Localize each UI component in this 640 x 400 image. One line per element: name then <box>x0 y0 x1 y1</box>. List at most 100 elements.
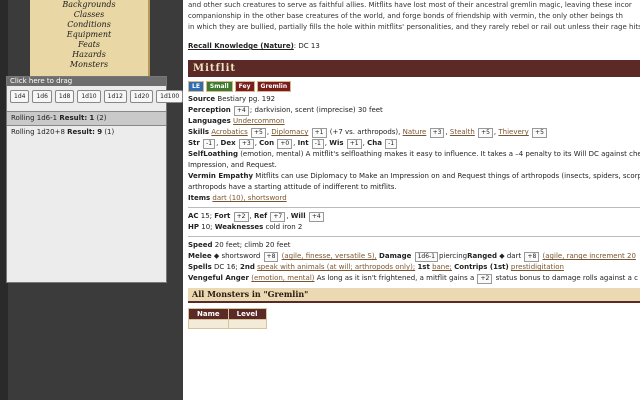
ranged-traits[interactable]: (agile, range increment 20 <box>543 252 636 260</box>
nav-item-equipment[interactable]: Equipment <box>30 30 148 40</box>
roll-1d6-button[interactable]: 1d6 <box>32 90 52 103</box>
ac-value: 15; <box>200 212 213 220</box>
roll-1d4-button[interactable]: 1d4 <box>10 90 30 103</box>
nav-item-hazards[interactable]: Hazards <box>30 50 148 60</box>
perception-line: Perception +4; darkvision, scent (imprec… <box>188 105 640 116</box>
selfloathing-ability-cont: Impression, and Request. <box>188 161 277 169</box>
melee-label: Melee <box>188 252 212 260</box>
nav-list: Backgrounds Classes Conditions Equipment… <box>30 0 148 70</box>
result-value: 9 <box>97 128 103 136</box>
skill-extra: (+7 vs. arthropods) <box>329 128 399 136</box>
spells-label: Spells <box>188 263 212 271</box>
ability-roll-button[interactable]: -1 <box>385 139 398 149</box>
items-links[interactable]: dart (10), shortsword <box>212 194 286 202</box>
skill-thievery-link[interactable]: Thievery <box>498 128 528 136</box>
ability-traits[interactable]: (emotion, mental) <box>251 274 314 282</box>
ability-roll-button[interactable]: +0 <box>277 139 293 149</box>
roll-1d8-button[interactable]: 1d8 <box>54 90 75 103</box>
melee-roll-button[interactable]: +8 <box>263 252 279 262</box>
ability-name: Wis <box>329 139 344 147</box>
spell-link[interactable]: bane; <box>432 263 452 271</box>
ref-roll-button[interactable]: +7 <box>270 212 286 222</box>
ability-name: Int <box>297 139 309 147</box>
vengeful-roll-button[interactable]: +2 <box>477 274 493 284</box>
roll-1d20-button[interactable]: 1d20 <box>129 90 154 103</box>
spell-link[interactable]: speak with animals (at will; arthropods … <box>257 263 415 271</box>
fort-roll-button[interactable]: +2 <box>233 212 249 222</box>
nav-item-monsters[interactable]: Monsters <box>30 60 148 70</box>
perception-roll-button[interactable]: +4 <box>234 106 249 116</box>
skills-line: Skills Acrobatics +5, Diplomacy +1 (+7 v… <box>188 127 640 138</box>
result-label: Result: <box>59 114 88 122</box>
skill-roll-button[interactable]: +3 <box>429 128 445 138</box>
recall-link[interactable]: Recall Knowledge (Nature) <box>188 42 294 50</box>
melee-traits[interactable]: (agile, finesse, versatile S), <box>282 252 377 260</box>
damage-roll-button[interactable]: 1d6-1 <box>414 252 439 262</box>
ability-name: Cha <box>367 139 382 147</box>
ability-title: Vermin Empathy <box>188 172 254 180</box>
spells-line: Spells DC 16; 2nd speak with animals (at… <box>188 262 640 273</box>
ability-text: (emotion, mental) A mitflit's selfloathi… <box>240 150 640 158</box>
nav-item-feats[interactable]: Feats <box>30 40 148 50</box>
skill-roll-button[interactable]: +1 <box>311 128 327 138</box>
monster-table: Name Level <box>188 308 267 329</box>
vengeful-anger-ability: Vengeful Anger (emotion, mental) As long… <box>188 273 640 284</box>
skill-diplomacy-link[interactable]: Diplomacy <box>271 128 308 136</box>
melee-line: Melee ◆ shortsword +8 (agile, finesse, v… <box>188 251 640 262</box>
skill-roll-button[interactable]: +5 <box>532 128 547 138</box>
ability-text: status bonus to damage rolls against a c <box>495 274 639 282</box>
skill-acrobatics-link[interactable]: Acrobatics <box>211 128 247 136</box>
skill-roll-button[interactable]: +5 <box>478 128 493 138</box>
skill-nature-link[interactable]: Nature <box>403 128 427 136</box>
table-row <box>188 319 267 329</box>
roll-1d12-button[interactable]: 1d12 <box>103 90 127 103</box>
ability-roll-button[interactable]: -1 <box>203 139 216 149</box>
ability-text: As long as it isn't frightened, a mitfli… <box>316 274 475 282</box>
nav-item-classes[interactable]: Classes <box>30 10 148 20</box>
recall-knowledge: Recall Knowledge (Nature): DC 13 <box>188 41 640 52</box>
spell-level: 2nd <box>240 263 255 271</box>
roll-1d10-button[interactable]: 1d10 <box>77 90 101 103</box>
ability-roll-button[interactable]: +1 <box>346 139 362 149</box>
divider <box>188 207 640 208</box>
creature-title: Mitflit <box>188 60 640 77</box>
cantrip-link[interactable]: prestidigitation <box>511 263 564 271</box>
will-roll-button[interactable]: +4 <box>308 212 324 222</box>
trait-alignment[interactable]: LE <box>188 81 204 92</box>
ranged-roll-button[interactable]: +8 <box>524 252 540 262</box>
ability-text: Mitflits can use Diplomacy to Make an Im… <box>255 172 640 180</box>
ref-label: Ref <box>253 212 268 220</box>
fort-label: Fort <box>214 212 231 220</box>
result-detail: (1) <box>104 128 115 136</box>
trait-list: LE Small Fey Gremlin <box>188 81 640 92</box>
source-value[interactable]: Bestiary pg. 192 <box>217 95 275 103</box>
ability-roll-button[interactable]: -1 <box>311 139 324 149</box>
roll-1d100-button[interactable]: 1d100 <box>156 90 184 103</box>
table-cell <box>188 319 229 329</box>
column-header-name[interactable]: Name <box>188 308 229 320</box>
trait-fey[interactable]: Fey <box>234 81 255 92</box>
ranged-weapon: dart <box>506 252 522 260</box>
ability-roll-button[interactable]: +3 <box>238 139 254 149</box>
skill-stealth-link[interactable]: Stealth <box>450 128 475 136</box>
skill-roll-button[interactable]: +5 <box>250 128 266 138</box>
vermin-empathy-ability: Vermin Empathy Mitflits can use Diplomac… <box>188 171 640 182</box>
trait-gremlin[interactable]: Gremlin <box>256 81 292 92</box>
will-label: Will <box>290 212 306 220</box>
damage-label: Damage <box>379 252 412 260</box>
ability-scores: Str -1, Dex +3, Con +0, Int -1, Wis +1, … <box>188 138 640 149</box>
action-icon: ◆ <box>499 252 505 260</box>
weakness-value: cold iron 2 <box>265 223 303 231</box>
result-detail: (2) <box>96 114 107 122</box>
language-link[interactable]: Undercommon <box>233 117 285 125</box>
action-icon: ◆ <box>213 252 220 260</box>
trait-size[interactable]: Small <box>205 81 233 92</box>
perception-label: Perception <box>188 106 231 114</box>
drag-handle[interactable]: Click here to drag <box>7 77 166 86</box>
hp-label: HP <box>188 223 199 231</box>
spells-dc: DC 16; <box>214 263 238 271</box>
column-header-level[interactable]: Level <box>227 308 267 320</box>
perception-senses: ; darkvision, scent (imprecise) 30 feet <box>249 106 383 114</box>
nav-item-conditions[interactable]: Conditions <box>30 20 148 30</box>
nav-item-backgrounds[interactable]: Backgrounds <box>30 0 148 10</box>
